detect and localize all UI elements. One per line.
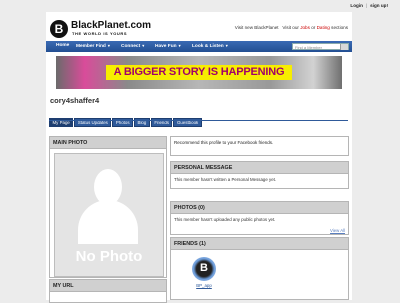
visit-links: Visit new BlackPlanet Visit our Jobs or …	[234, 25, 348, 30]
login-link[interactable]: Login	[350, 3, 363, 8]
ad-banner[interactable]: A BIGGER STORY IS HAPPENING	[56, 56, 342, 89]
signup-link[interactable]: sign up!	[370, 3, 388, 8]
nav-home[interactable]: Home	[56, 43, 69, 48]
visit-new-link[interactable]: Visit new BlackPlanet	[235, 25, 279, 30]
chevron-down-icon: ▾	[142, 43, 145, 48]
account-links: Login | sign up!	[350, 3, 388, 8]
logo-tagline: THE WORLD IS YOURS	[72, 31, 128, 36]
nav-look-listen[interactable]: Look & Listen ▾	[192, 43, 228, 49]
separator: |	[365, 3, 368, 8]
top-utility-bar: Login | sign up!	[0, 0, 400, 12]
search-button[interactable]	[340, 43, 348, 50]
main-nav: Home Member Find ▾ Connect ▾ Have Fun ▾ Loo…	[46, 41, 352, 52]
site-logo[interactable]: B BlackPlanet.com THE WORLD IS YOURS	[50, 20, 151, 38]
chevron-down-icon: ▾	[178, 43, 181, 48]
logo-name: BlackPlanet.com	[71, 20, 152, 31]
banner-text: A BIGGER STORY IS HAPPENING	[113, 66, 285, 78]
nav-connect[interactable]: Connect ▾	[121, 43, 144, 49]
nav-have-fun[interactable]: Have Fun ▾	[155, 43, 181, 49]
dating-link[interactable]: Dating	[317, 25, 330, 30]
nav-member-find[interactable]: Member Find ▾	[76, 43, 110, 49]
jobs-link[interactable]: Jobs	[300, 25, 310, 30]
member-search-input[interactable]: Find a Member	[292, 42, 349, 50]
logo-icon: B	[50, 20, 68, 38]
chevron-down-icon: ▾	[225, 43, 228, 48]
chevron-down-icon: ▾	[107, 43, 110, 48]
